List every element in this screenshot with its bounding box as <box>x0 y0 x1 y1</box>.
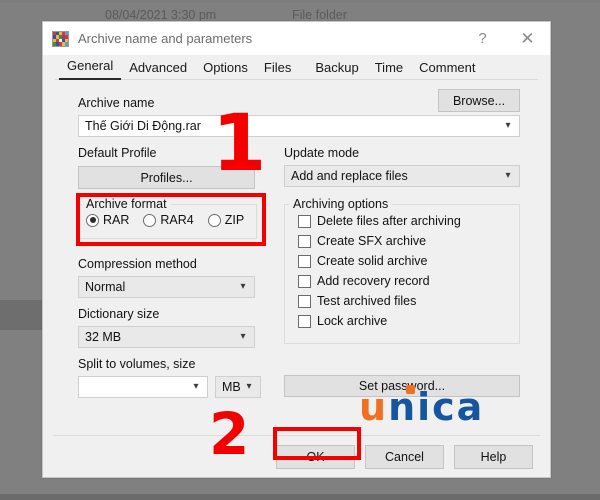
chevron-down-icon[interactable]: ▾ <box>501 121 515 131</box>
checkbox-create-solid-archive[interactable]: Create solid archive <box>298 254 519 268</box>
default-profile-label: Default Profile <box>78 146 157 160</box>
split-volumes-label: Split to volumes, size <box>78 357 196 371</box>
checkbox-indicator <box>298 294 311 308</box>
ok-button[interactable]: OK <box>276 444 355 469</box>
help-icon[interactable]: ? <box>460 22 505 55</box>
checkbox-indicator <box>298 274 311 288</box>
background-file-type: File folder <box>292 8 347 22</box>
checkbox-label: Lock archive <box>317 314 388 328</box>
tab-advanced[interactable]: Advanced <box>121 58 195 80</box>
chevron-down-icon[interactable]: ▾ <box>242 382 256 392</box>
checkbox-label: Add recovery record <box>317 274 430 288</box>
chevron-down-icon[interactable]: ▾ <box>236 282 250 292</box>
chevron-down-icon[interactable]: ▾ <box>501 171 515 181</box>
checkbox-create-sfx-archive[interactable]: Create SFX archive <box>298 234 519 248</box>
radio-format-rar-label: RAR <box>103 213 130 227</box>
checkbox-delete-files-after-archiving[interactable]: Delete files after archiving <box>298 214 519 228</box>
update-mode-value: Add and replace files <box>291 169 408 183</box>
background-bottom-strip <box>0 494 600 500</box>
archiving-options-group: Archiving options Delete files after arc… <box>284 197 520 344</box>
cancel-button[interactable]: Cancel <box>365 444 444 469</box>
close-icon[interactable]: ✕ <box>505 22 550 55</box>
dialog-title: Archive name and parameters <box>78 31 253 46</box>
profiles-button[interactable]: Profiles... <box>78 166 255 189</box>
radio-format-rar4-label: RAR4 <box>160 213 194 227</box>
compression-method-select[interactable]: Normal ▾ <box>78 276 255 298</box>
archive-name-input[interactable]: Thế Giới Di Động.rar ▾ <box>78 115 520 137</box>
archive-format-group: Archive format RAR RAR4 ZIP <box>77 197 257 239</box>
radio-format-zip-label: ZIP <box>224 213 245 227</box>
tab-files[interactable]: Files <box>256 58 299 80</box>
radio-indicator <box>143 213 157 227</box>
dictionary-size-value: 32 MB <box>85 330 122 344</box>
tab-comment[interactable]: Comment <box>411 58 483 80</box>
tab-bar: General Advanced Options Files Backup Ti… <box>43 55 550 80</box>
radio-indicator <box>207 213 221 227</box>
background-selected-band <box>0 300 46 330</box>
compression-method-label: Compression method <box>78 257 197 271</box>
dictionary-size-select[interactable]: 32 MB ▾ <box>78 326 255 348</box>
archive-name-value: Thế Giới Di Động.rar <box>85 119 201 133</box>
update-mode-select[interactable]: Add and replace files ▾ <box>284 165 520 187</box>
checkbox-label: Delete files after archiving <box>317 214 461 228</box>
winrar-books-icon <box>52 30 69 47</box>
dictionary-size-label: Dictionary size <box>78 307 160 321</box>
browse-button[interactable]: Browse... <box>438 89 520 112</box>
dialog-footer: OK Cancel Help <box>43 436 550 477</box>
checkbox-add-recovery-record[interactable]: Add recovery record <box>298 274 519 288</box>
checkbox-label: Create SFX archive <box>317 234 427 248</box>
chevron-down-icon[interactable]: ▾ <box>236 332 250 342</box>
tab-options[interactable]: Options <box>195 58 256 80</box>
checkbox-indicator <box>298 214 311 228</box>
checkbox-label: Create solid archive <box>317 254 428 268</box>
radio-indicator <box>86 213 99 227</box>
checkbox-label: Test archived files <box>317 294 417 308</box>
update-mode-label: Update mode <box>284 146 360 160</box>
background-file-date: 08/04/2021 3:30 pm <box>105 8 217 22</box>
radio-format-rar[interactable]: RAR <box>86 213 129 227</box>
radio-format-rar4[interactable]: RAR4 <box>143 213 194 227</box>
compression-method-value: Normal <box>85 280 126 294</box>
archive-format-legend: Archive format <box>86 197 167 211</box>
help-button[interactable]: Help <box>454 444 533 469</box>
checkbox-indicator <box>298 234 311 248</box>
dialog-titlebar: Archive name and parameters ? ✕ <box>43 22 550 55</box>
archiving-options-legend: Archiving options <box>293 197 389 211</box>
split-volumes-unit-value: MB <box>222 380 241 394</box>
dialog-body: Archive name Browse... Thế Giới Di Động.… <box>43 80 550 477</box>
tab-backup[interactable]: Backup <box>307 58 366 80</box>
split-volumes-input[interactable]: ▾ <box>78 376 208 398</box>
tab-general[interactable]: General <box>59 56 122 80</box>
chevron-down-icon[interactable]: ▾ <box>189 382 203 392</box>
tab-time[interactable]: Time <box>367 58 411 80</box>
set-password-button[interactable]: Set password... <box>284 375 520 397</box>
archive-parameters-dialog: Archive name and parameters ? ✕ General … <box>42 21 551 478</box>
checkbox-indicator <box>298 314 311 328</box>
background-top-line <box>0 0 600 3</box>
checkbox-lock-archive[interactable]: Lock archive <box>298 314 519 328</box>
checkbox-indicator <box>298 254 311 268</box>
radio-format-zip[interactable]: ZIP <box>207 213 245 227</box>
split-volumes-unit-select[interactable]: MB ▾ <box>215 376 261 398</box>
archive-name-label: Archive name <box>78 96 155 110</box>
checkbox-test-archived-files[interactable]: Test archived files <box>298 294 519 308</box>
